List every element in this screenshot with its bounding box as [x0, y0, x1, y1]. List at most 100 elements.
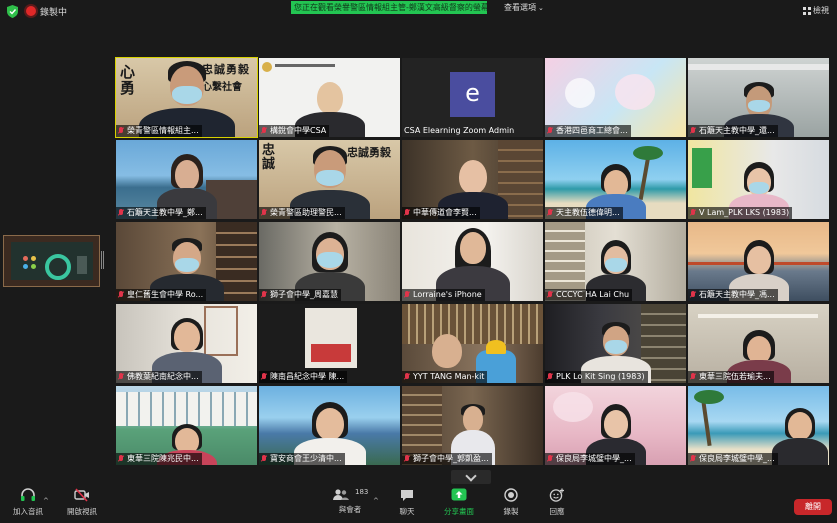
screen-share-banner: 您正在觀看榮譽警區情報組主管-鄭漢文高級督察的螢幕 — [291, 1, 487, 14]
muted-mic-icon — [690, 291, 696, 298]
thumbnail-bars — [77, 256, 87, 274]
participant-name-label: 寶安商會王少清中... — [259, 453, 345, 465]
thumbnail-resize-handle[interactable] — [101, 251, 104, 269]
participant-name-label: 石籬天主教中學_馮... — [688, 289, 778, 301]
ring-chart-graphic — [45, 254, 71, 280]
participant-tile[interactable]: 獅子會中學_周嘉慧 — [259, 222, 400, 301]
join-audio-label: 加入音訊 — [13, 507, 43, 516]
view-options-button[interactable]: 查看選項 ⌄ — [504, 2, 544, 13]
participant-tile[interactable]: e CSA Elearning Zoom Admin — [402, 58, 543, 137]
participant-tile[interactable]: 佛教葉紀南紀念中... — [116, 304, 257, 383]
calligraphy-line1: 忠誠勇毅 — [347, 146, 391, 159]
participant-tile[interactable]: 石籬天主教中學_鄭... — [116, 140, 257, 219]
participant-tile[interactable]: 保良局李城璧中學_... — [688, 386, 829, 465]
participant-name-label: CCCYC HA Lai Chu — [545, 289, 633, 301]
start-video-label: 開啟視訊 — [67, 507, 97, 516]
participant-name-label: 皇仁舊生會中學 Ro... — [116, 289, 207, 301]
participant-name-label: 佛教葉紀南紀念中... — [116, 371, 202, 383]
calligraphy-side: 心勇 — [120, 63, 136, 97]
recording-icon[interactable] — [26, 6, 36, 16]
participant-tile[interactable]: 忠誠 忠誠勇毅 榮青警區助理警民... — [259, 140, 400, 219]
participant-tile[interactable]: YYT TANG Man-kit — [402, 304, 543, 383]
muted-mic-icon — [261, 209, 267, 216]
participants-button[interactable]: 183 與會者 — [330, 488, 370, 515]
participants-icon — [333, 489, 349, 500]
participant-tile[interactable]: 石籬天主教中學_馮... — [688, 222, 829, 301]
leave-meeting-button[interactable]: 離開 — [794, 499, 832, 515]
participant-name-label: 石籬天主教中學_還... — [688, 125, 778, 137]
join-audio-button[interactable]: 加入音訊 — [8, 488, 48, 517]
muted-mic-icon — [547, 373, 553, 380]
shared-screen-content — [11, 242, 93, 280]
muted-mic-icon — [261, 291, 267, 298]
calligraphy-line1: 忠誠勇毅 — [202, 63, 250, 76]
participant-tile[interactable]: V Lam_PLK LKS (1983) — [688, 140, 829, 219]
muted-mic-icon — [690, 209, 696, 216]
share-screen-icon — [451, 488, 467, 501]
participant-name-label: 榮青警區情報組主... — [116, 125, 202, 137]
participant-tile[interactable]: 東華三院伍若瑜夫... — [688, 304, 829, 383]
start-video-button[interactable]: 開啟視訊 — [62, 488, 102, 517]
participant-tile[interactable]: 心勇 忠誠勇毅 心繫社會 榮青警區情報組主... — [115, 57, 258, 138]
participant-tile[interactable]: 香港四邑商工總會... — [545, 58, 686, 137]
muted-mic-icon — [261, 127, 267, 134]
muted-mic-icon — [690, 455, 696, 462]
share-screen-button[interactable]: 分享畫面 — [440, 488, 478, 517]
participant-tile[interactable]: PLK Lo Kit Sing (1983) — [545, 304, 686, 383]
calligraphy-side: 忠誠 — [262, 143, 276, 172]
headphones-icon — [21, 488, 35, 501]
participant-name-label: 保良局李城璧中學_... — [545, 453, 635, 465]
participant-tile[interactable]: 中華傳道會李賢... — [402, 140, 543, 219]
participant-tile[interactable]: 陳南昌紀念中學 陳... — [259, 304, 400, 383]
participant-tile[interactable]: 天主教伍德偉明... — [545, 140, 686, 219]
muted-mic-icon — [547, 209, 553, 216]
gallery-next-page-button[interactable] — [451, 470, 491, 484]
record-button[interactable]: 錄製 — [494, 488, 528, 517]
muted-mic-icon — [404, 455, 410, 462]
calligraphy-line2: 心繫社會 — [202, 82, 242, 93]
school-logo — [262, 62, 272, 72]
participant-name-label: 獅子會中學_郭凱盈... — [402, 453, 492, 465]
participant-tile[interactable]: CCCYC HA Lai Chu — [545, 222, 686, 301]
participants-count: 183 — [355, 488, 369, 496]
participant-tile[interactable]: 東華三院陳兆民中... — [116, 386, 257, 465]
participants-options-caret[interactable]: ^ — [373, 497, 379, 505]
meeting-toolbar: 加入音訊 ^ 開啟視訊 183 與會者 ^ 聊天 分享畫面 錄製 回應 離開 — [0, 488, 837, 523]
muted-mic-icon — [118, 373, 124, 380]
recording-label[interactable]: 錄製中 — [40, 5, 67, 18]
muted-mic-icon — [404, 209, 410, 216]
participant-name-label: 榮青警區助理警民... — [259, 207, 345, 219]
muted-mic-icon — [690, 127, 696, 134]
muted-mic-icon — [261, 455, 267, 462]
muted-mic-icon — [118, 455, 124, 462]
decorative-dots — [23, 256, 37, 270]
participant-name-label: 構銳會中學CSA — [259, 125, 330, 137]
chat-label: 聊天 — [399, 507, 415, 516]
participants-label: 與會者 — [338, 505, 362, 514]
participant-tile[interactable]: 保良局李城璧中學_... — [545, 386, 686, 465]
participant-tile[interactable]: 構銳會中學CSA — [259, 58, 400, 137]
muted-mic-icon — [261, 373, 267, 380]
view-options-label: 查看選項 — [504, 3, 536, 12]
participant-tile[interactable]: 獅子會中學_郭凱盈... — [402, 386, 543, 465]
shared-screen-thumbnail[interactable] — [3, 235, 100, 287]
participant-tile[interactable]: 寶安商會王少清中... — [259, 386, 400, 465]
participant-name-label: V Lam_PLK LKS (1983) — [688, 207, 793, 219]
participant-tile[interactable]: 皇仁舊生會中學 Ro... — [116, 222, 257, 301]
video-off-icon — [74, 488, 89, 502]
view-button[interactable]: 檢視 — [803, 5, 829, 16]
shield-check-icon[interactable] — [7, 5, 18, 18]
participant-name-label: 石籬天主教中學_鄭... — [116, 207, 206, 219]
reactions-button[interactable]: 回應 — [540, 488, 574, 517]
muted-mic-icon — [547, 127, 553, 134]
chat-button[interactable]: 聊天 — [390, 488, 424, 517]
participant-tile[interactable]: Lorraine's iPhone — [402, 222, 543, 301]
participant-name-label: 天主教伍德偉明... — [545, 207, 623, 219]
audio-options-caret[interactable]: ^ — [43, 497, 49, 505]
participant-tile[interactable]: 石籬天主教中學_還... — [688, 58, 829, 137]
muted-mic-icon — [118, 291, 124, 298]
muted-mic-icon — [404, 291, 410, 298]
participant-name-label: 東華三院伍若瑜夫... — [688, 371, 774, 383]
muted-mic-icon — [547, 455, 553, 462]
participant-name-label: 保良局李城璧中學_... — [688, 453, 778, 465]
